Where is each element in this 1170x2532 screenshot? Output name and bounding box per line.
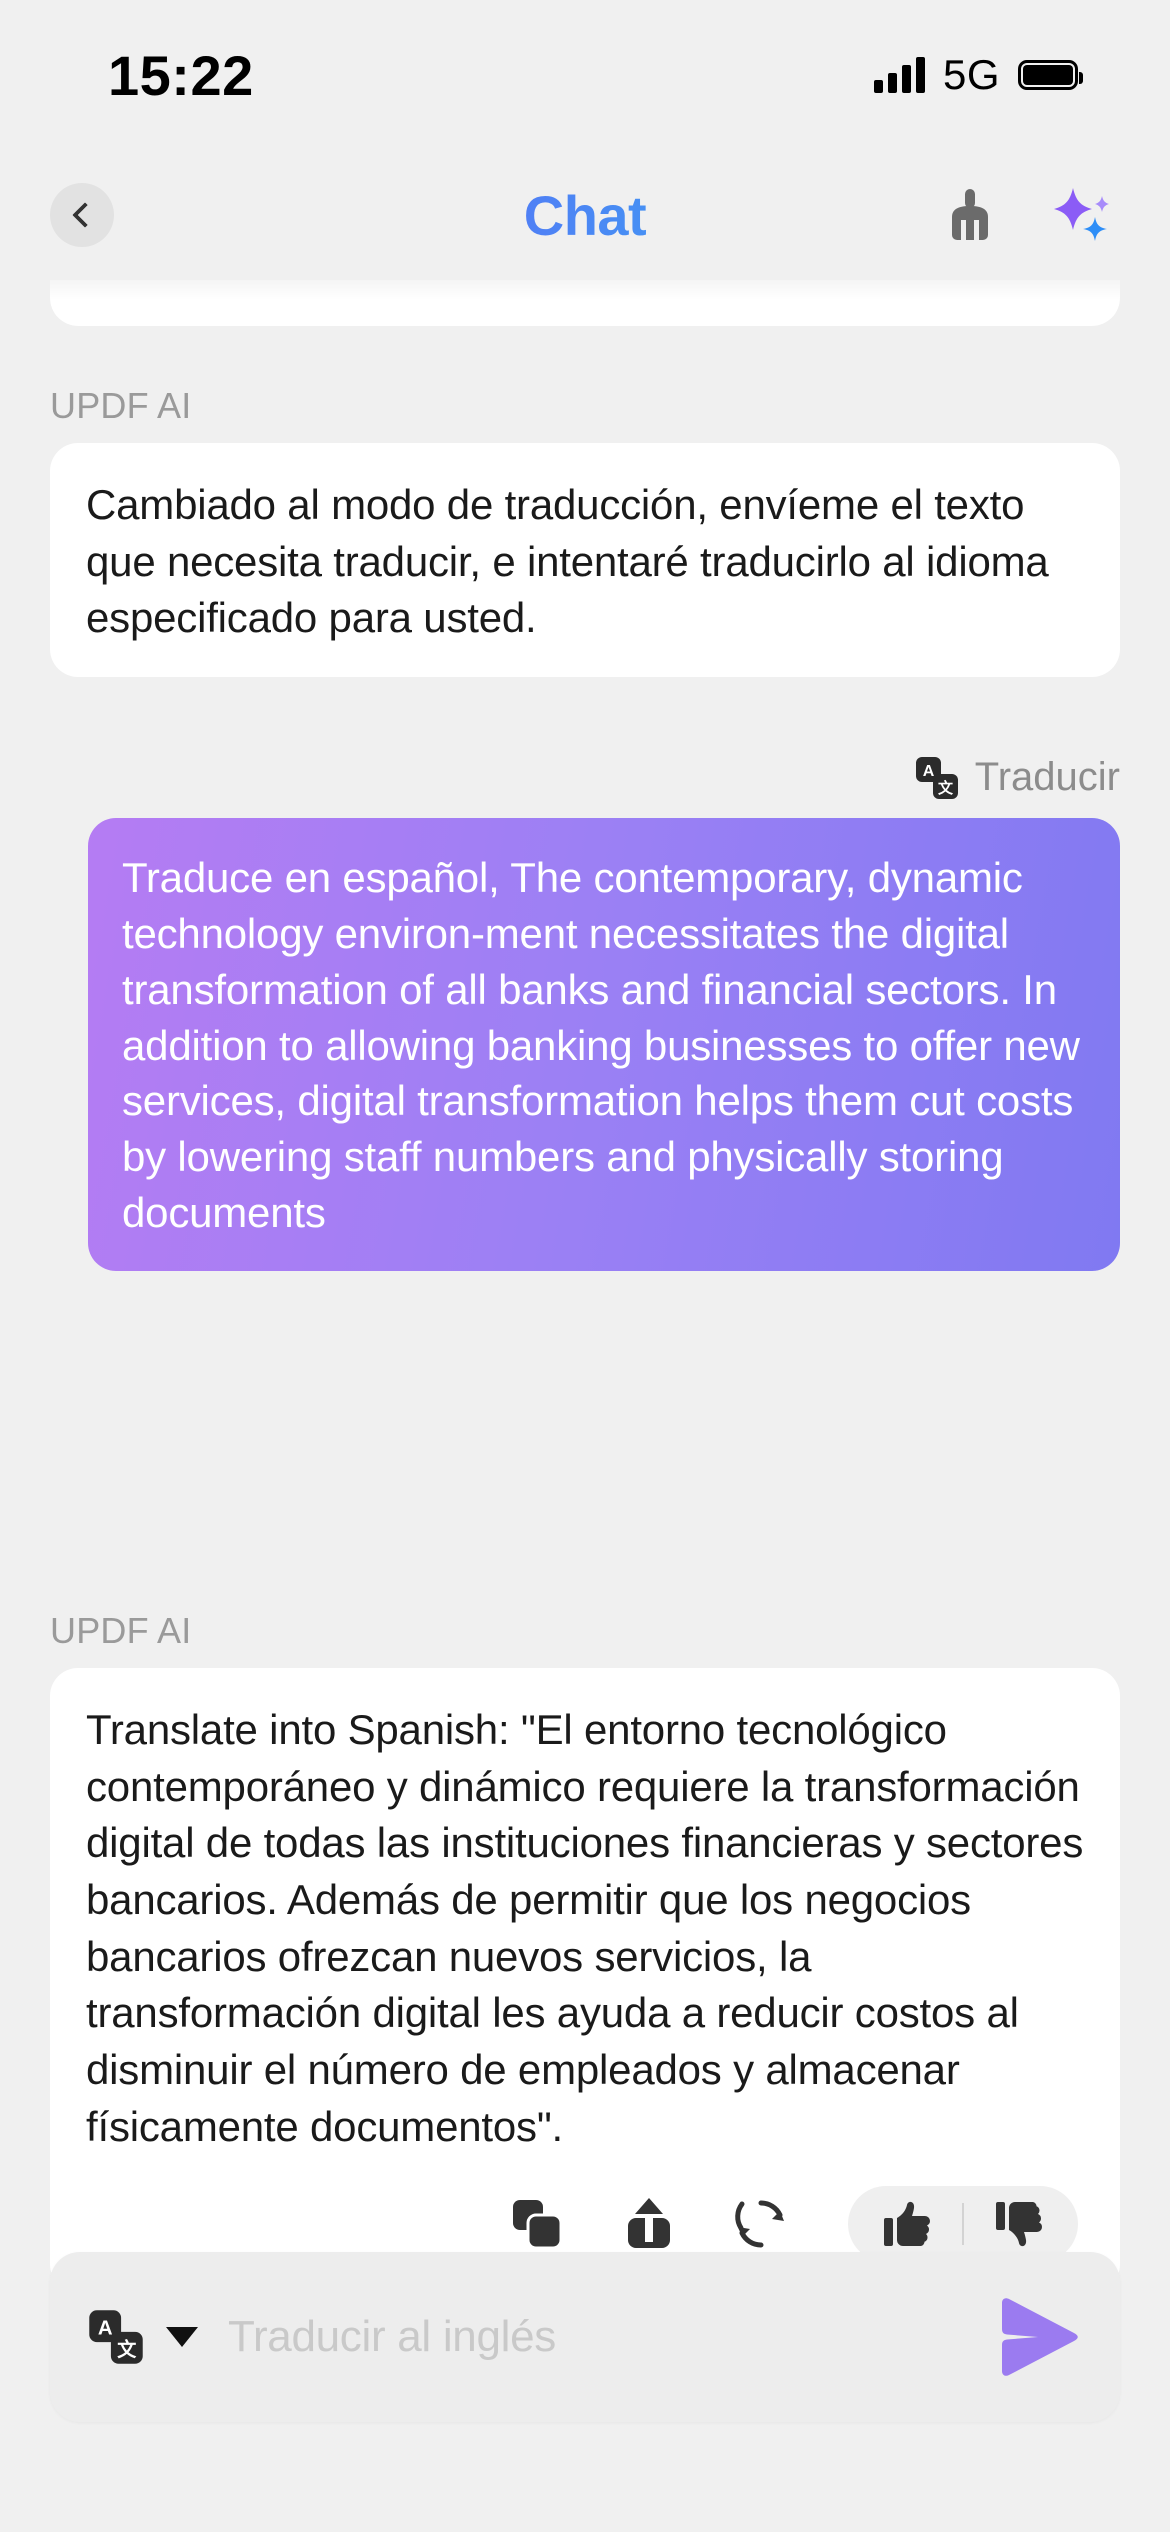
- message-mode-tag: A 文 Traducir: [0, 755, 1170, 800]
- message-user-1: A 文 Traducir Traduce en español, The con…: [0, 755, 1170, 1272]
- sender-label: UPDF AI: [50, 385, 192, 426]
- clear-chat-button[interactable]: [938, 183, 1002, 247]
- caret-down-icon[interactable]: [166, 2327, 198, 2347]
- thumbs-up-icon: [884, 2201, 930, 2246]
- svg-text:文: 文: [938, 779, 954, 797]
- assistant-bubble[interactable]: Cambiado al modo de traducción, envíeme …: [50, 443, 1120, 678]
- send-button[interactable]: [990, 2289, 1086, 2385]
- message-text: Traduce en español, The contemporary, dy…: [122, 854, 1080, 1237]
- mode-tag-label: Traducir: [974, 755, 1120, 799]
- message-assistant-2: UPDF AI Translate into Spanish: "El ento…: [0, 1610, 1170, 2292]
- chat-screen: 15:22 5G Chat UPDF AI Cambiado al modo d…: [0, 0, 1170, 2532]
- send-icon: [1002, 2298, 1078, 2376]
- status-bar: 15:22 5G: [0, 0, 1170, 150]
- translate-icon: A 文: [89, 2310, 143, 2364]
- regenerate-button[interactable]: [732, 2195, 790, 2253]
- message-assistant-1: UPDF AI Cambiado al modo de traducción, …: [0, 385, 1170, 678]
- network-type-label: 5G: [942, 51, 1000, 98]
- status-indicators: 5G: [873, 51, 1083, 99]
- sparkles-icon: [1054, 188, 1109, 241]
- share-button[interactable]: [620, 2195, 678, 2253]
- translate-mode-button[interactable]: A 文: [88, 2309, 144, 2365]
- battery-full-icon: [1018, 60, 1083, 90]
- status-time: 15:22: [108, 43, 254, 107]
- refresh-icon: [735, 2199, 784, 2248]
- message-text: Cambiado al modo de traducción, envíeme …: [86, 481, 1049, 642]
- ai-assistant-button[interactable]: [1050, 183, 1114, 247]
- share-upload-icon: [628, 2197, 670, 2248]
- nav-actions: [938, 183, 1114, 247]
- thumbs-down-icon: [996, 2201, 1042, 2246]
- nav-bar: Chat: [0, 150, 1170, 280]
- svg-text:A: A: [923, 763, 935, 780]
- message-input[interactable]: Traducir al inglés: [228, 2312, 990, 2362]
- broom-icon: [952, 189, 988, 240]
- message-list[interactable]: UPDF AI Cambiado al modo de traducción, …: [0, 270, 1170, 2292]
- user-bubble[interactable]: Traduce en español, The contemporary, dy…: [88, 818, 1120, 1272]
- message-action-bar: [86, 2185, 1084, 2262]
- thumbs-up-button[interactable]: [878, 2195, 936, 2253]
- message-text: Translate into Spanish: "El entorno tecn…: [86, 1706, 1084, 2150]
- feedback-group: [848, 2185, 1078, 2262]
- translate-icon: A 文: [915, 756, 958, 799]
- copy-icon: [513, 2199, 563, 2249]
- feedback-divider: [962, 2202, 964, 2245]
- copy-button[interactable]: [508, 2195, 566, 2253]
- signal-bars-icon: [873, 57, 925, 93]
- sender-label: UPDF AI: [50, 1610, 192, 1651]
- svg-text:文: 文: [117, 2338, 137, 2361]
- assistant-bubble[interactable]: Translate into Spanish: "El entorno tecn…: [50, 1668, 1120, 2292]
- svg-text:A: A: [98, 2317, 113, 2339]
- message-input-bar[interactable]: A 文 Traducir al inglés: [50, 2252, 1120, 2422]
- thumbs-down-button[interactable]: [990, 2195, 1048, 2253]
